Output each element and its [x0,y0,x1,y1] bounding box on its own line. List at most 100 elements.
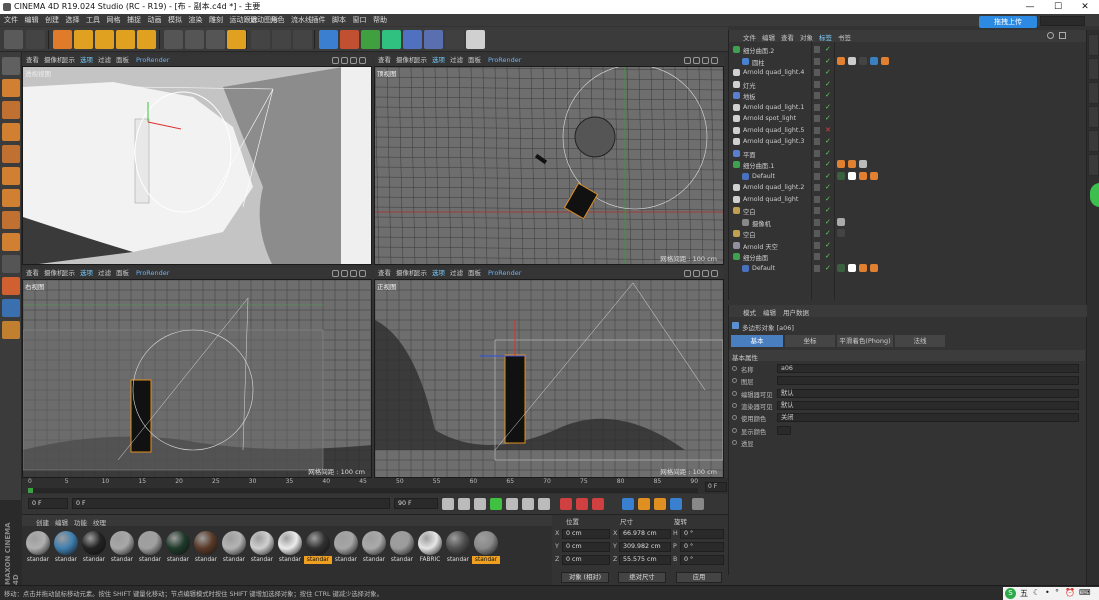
side-tab-3[interactable] [1088,106,1099,128]
axis-icon[interactable] [2,211,20,229]
object-row[interactable]: Arnold 天空 ✓ [729,240,1085,252]
material-swatch[interactable]: standar [362,531,386,565]
attr-tab-1[interactable]: 坐标 [785,335,835,347]
material-swatch[interactable]: standar [278,531,302,565]
material-tag-icon[interactable] [881,56,889,65]
layer-flag[interactable] [814,241,820,249]
object-row[interactable]: Arnold spot_light ✓ [729,113,1085,125]
visibility-check[interactable]: ✓ [825,206,831,214]
menu-item-16[interactable]: 脚本 [332,15,346,25]
layout-select[interactable] [1040,16,1085,26]
make-editable-icon[interactable] [2,57,20,75]
timeline[interactable]: 0 5 10 15 20 25 30 35 40 45 50 55 60 65 70 75 80 85 90 0 F [22,478,728,494]
render-settings-icon[interactable] [293,30,312,49]
render-picture-icon[interactable] [272,30,291,49]
position-field[interactable]: 0 cm [562,555,610,565]
move-icon[interactable] [74,30,93,49]
object-row[interactable]: 细分曲面 ✓ [729,251,1085,263]
viewport-menu-2-1[interactable]: 摄像机 [44,268,64,279]
record-icon[interactable] [560,498,572,510]
viewport-menu-0-1[interactable]: 摄像机 [44,55,64,66]
viewport-menu-1-2[interactable]: 显示 [414,55,427,66]
maximize-view-icon[interactable] [711,270,718,277]
menu-item-13[interactable]: 角色 [271,15,285,25]
menu-item-8[interactable]: 模拟 [168,15,182,25]
rotation-field[interactable]: 0 ° [680,555,724,565]
x-axis-icon[interactable] [164,30,183,49]
pan-icon[interactable] [332,270,339,277]
side-tab-4[interactable] [1088,130,1099,152]
menu-item-9[interactable]: 渲染 [189,15,203,25]
y-axis-icon[interactable] [185,30,204,49]
object-menu-2[interactable]: 查看 [781,32,794,42]
attribute-menu-2[interactable]: 用户数据 [783,307,809,317]
settings-icon[interactable] [1059,32,1066,39]
light-icon[interactable] [466,30,485,49]
zoom-icon[interactable] [341,57,348,64]
live-select-icon[interactable] [137,30,156,49]
material-swatch[interactable]: standar [304,531,332,565]
attribute-field[interactable] [777,376,1079,386]
polygon-mode-icon[interactable] [2,189,20,207]
layer-flag[interactable] [814,218,820,226]
material-tag-icon[interactable] [837,160,845,168]
keyboard-icon[interactable]: ⌨ [1079,588,1091,597]
size-mode-select[interactable]: 绝对尺寸 [618,572,666,583]
object-row[interactable]: 平面 ✓ [729,148,1085,160]
attr-tab-2[interactable]: 平滑着色(Phong) [837,335,893,347]
material-swatch[interactable]: standar [334,531,358,565]
viewport-1[interactable]: 顶视图 网格间距 : 100 cm [374,66,724,265]
pla-key-icon[interactable] [670,498,682,510]
minimize-button[interactable]: — [1017,0,1043,14]
side-tab-0[interactable] [1088,34,1099,56]
material-swatch[interactable]: standar [222,531,246,565]
subdivision-icon[interactable] [361,30,380,49]
material-menu-2[interactable]: 功能 [74,517,87,527]
menu-item-15[interactable]: 插件 [312,15,326,25]
viewport-menu-0-3[interactable]: 选项 [80,55,93,66]
playhead[interactable] [28,488,33,493]
material-swatch[interactable]: FABRIC [418,531,442,565]
visibility-check[interactable]: ✓ [825,68,831,76]
material-swatch[interactable]: standar [194,531,218,565]
material-swatch[interactable]: standar [166,531,190,565]
rotate-icon[interactable] [116,30,135,49]
viewport-menu-3-4[interactable]: 过滤 [450,268,463,279]
material-tag-icon[interactable] [848,56,856,65]
material-tag-icon[interactable] [837,263,845,272]
floor-icon[interactable] [424,30,443,49]
material-swatch[interactable]: standar [250,531,274,565]
keyframe-dot[interactable] [732,439,737,445]
attribute-field[interactable]: a06 [777,364,1079,373]
visibility-check[interactable]: ✕ [825,126,831,134]
menu-item-18[interactable]: 帮助 [373,15,387,25]
layer-flag[interactable] [814,253,820,260]
viewport-menu-2-0[interactable]: 查看 [26,268,39,279]
material-tag-icon[interactable] [837,171,845,180]
clock-icon[interactable]: ⏰ [1065,588,1075,597]
pan-icon[interactable] [332,57,339,64]
layer-flag[interactable] [814,103,820,111]
layer-flag[interactable] [814,149,820,157]
timeline-end-field[interactable]: 0 F [705,482,727,492]
position-field[interactable]: 0 cm [562,529,610,539]
viewport-menu-1-0[interactable]: 查看 [378,55,391,66]
layer-flag[interactable] [814,161,820,168]
menu-item-10[interactable]: 雕刻 [209,15,223,25]
layer-flag[interactable] [814,69,820,76]
layer-flag[interactable] [814,230,820,237]
menu-item-1[interactable]: 编辑 [25,15,39,25]
attr-tab-3[interactable]: 法线 [895,335,945,347]
ime-icon[interactable]: S [1005,588,1016,599]
material-swatch[interactable]: standar [390,531,414,565]
rotate-view-icon[interactable] [350,270,357,277]
viewport-render-3[interactable]: ProRender [488,268,521,279]
object-row[interactable]: 空白 ✓ [729,205,1085,217]
current-frame-slider[interactable]: 0 F [72,498,390,509]
material-menu-1[interactable]: 编辑 [55,517,68,527]
drag-upload-button[interactable]: 拖拽上传 [979,16,1037,28]
search-icon[interactable] [1047,32,1054,39]
solo-icon[interactable] [2,299,20,317]
object-menu-3[interactable]: 对象 [800,32,813,42]
object-row[interactable]: Arnold quad_light.4 ✓ [729,67,1085,79]
